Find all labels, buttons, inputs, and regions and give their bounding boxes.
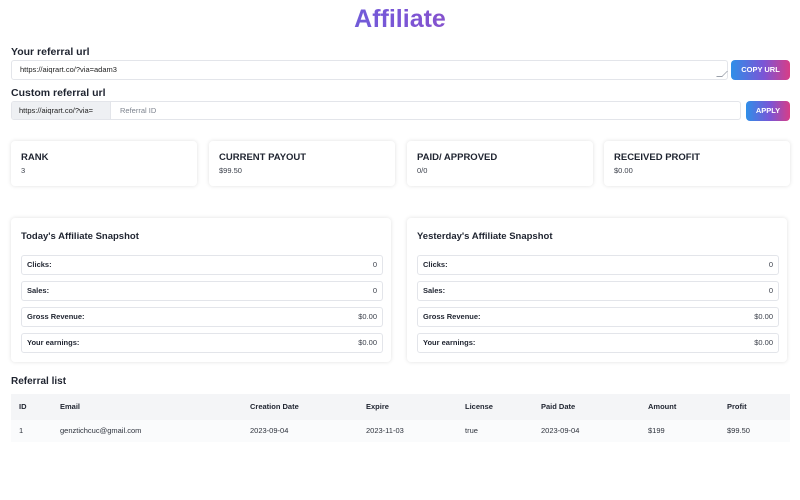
stat-value: $99.50 [219,166,242,175]
stat-card-rank: RANK 3 [11,141,197,186]
snapshot-label: Your earnings: [27,338,80,347]
snapshot-value: $0.00 [754,338,773,347]
snapshot-value: $0.00 [358,312,377,321]
referral-table: ID Email Creation Date Expire License Pa… [11,394,790,442]
column-header-profit: Profit [727,402,747,411]
cell-expire: 2023-11-03 [366,426,404,435]
snapshot-label: Clicks: [27,260,52,269]
cell-license: true [465,426,478,435]
stat-value: $0.00 [614,166,633,175]
snapshot-value: 0 [768,260,773,269]
snapshot-row-clicks: Clicks: 0 [21,255,383,275]
snapshot-label: Sales: [27,286,50,295]
yesterday-snapshot-title: Yesterday's Affiliate Snapshot [417,231,553,242]
referral-list-title: Referral list [11,376,67,387]
custom-url-prefix: https://aiqrart.co/?via= [12,102,111,119]
table-header: ID Email Creation Date Expire License Pa… [11,394,790,420]
today-snapshot-card: Today's Affiliate Snapshot Clicks: 0 Sal… [11,218,391,362]
custom-referral-group: https://aiqrart.co/?via= [11,101,741,120]
cell-creation-date: 2023-09-04 [250,426,289,435]
yesterday-snapshot-card: Yesterday's Affiliate Snapshot Clicks: 0… [407,218,787,362]
column-header-paid-date: Paid Date [541,402,576,411]
referral-id-input[interactable] [113,102,733,119]
cell-id: 1 [19,426,24,435]
cell-email: genztichcuc@gmail.com [60,426,142,435]
snapshot-value: 0 [372,260,377,269]
table-row: 1 genztichcuc@gmail.com 2023-09-04 2023-… [11,420,790,442]
cell-profit: $99.50 [727,426,750,435]
snapshot-label: Gross Revenue: [27,312,85,321]
snapshot-row-clicks: Clicks: 0 [417,255,779,275]
column-header-expire: Expire [366,402,389,411]
referral-url-value: https://aiqrart.co/?via=adam3 [20,65,117,74]
snapshot-row-sales: Sales: 0 [417,281,779,301]
referral-url-label: Your referral url [11,46,90,58]
custom-referral-url-label: Custom referral url [11,87,106,99]
cell-paid-date: 2023-09-04 [541,426,580,435]
stat-card-current-payout: CURRENT PAYOUT $99.50 [209,141,395,186]
column-header-license: License [465,402,493,411]
column-header-amount: Amount [648,402,677,411]
column-header-email: Email [60,402,81,411]
snapshot-label: Sales: [423,286,446,295]
snapshot-label: Your earnings: [423,338,476,347]
snapshot-row-earnings: Your earnings: $0.00 [21,333,383,353]
snapshot-row-gross-revenue: Gross Revenue: $0.00 [417,307,779,327]
stat-title: RANK [21,152,49,163]
referral-url-field[interactable]: https://aiqrart.co/?via=adam3 [11,60,728,80]
stat-card-paid-approved: PAID/ APPROVED 0/0 [407,141,593,186]
column-header-creation-date: Creation Date [250,402,299,411]
copy-url-button[interactable]: COPY URL [731,60,790,80]
snapshot-row-gross-revenue: Gross Revenue: $0.00 [21,307,383,327]
resize-grip-icon[interactable] [716,71,728,77]
page-title: Affiliate [0,2,800,36]
stat-card-received-profit: RECEIVED PROFIT $0.00 [604,141,790,186]
snapshot-value: 0 [768,286,773,295]
cell-amount: $199 [648,426,665,435]
snapshot-row-sales: Sales: 0 [21,281,383,301]
stat-title: PAID/ APPROVED [417,152,498,163]
snapshot-label: Gross Revenue: [423,312,481,321]
today-snapshot-title: Today's Affiliate Snapshot [21,231,139,242]
snapshot-value: 0 [372,286,377,295]
stat-title: CURRENT PAYOUT [219,152,307,163]
stat-value: 0/0 [417,166,428,175]
snapshot-value: $0.00 [358,338,377,347]
stat-title: RECEIVED PROFIT [614,152,701,163]
snapshot-label: Clicks: [423,260,448,269]
apply-button[interactable]: APPLY [746,101,790,121]
snapshot-value: $0.00 [754,312,773,321]
stat-value: 3 [21,166,26,175]
snapshot-row-earnings: Your earnings: $0.00 [417,333,779,353]
column-header-id: ID [19,402,27,411]
